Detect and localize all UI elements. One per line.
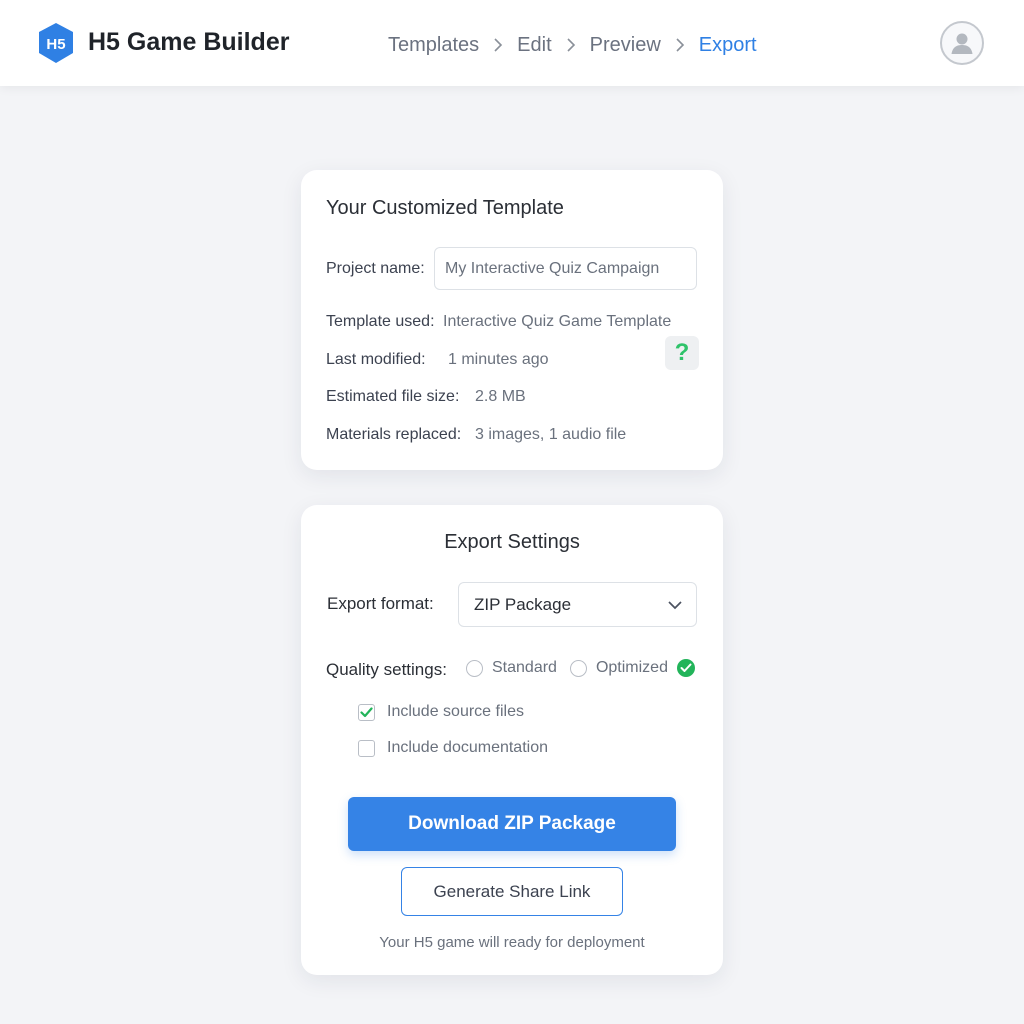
- download-zip-button[interactable]: Download ZIP Package: [348, 797, 676, 851]
- breadcrumb: Templates Edit Preview Export: [388, 31, 757, 59]
- materials-value: 3 images, 1 audio file: [475, 426, 627, 443]
- radio-optimized-label[interactable]: Optimized: [596, 659, 668, 677]
- breadcrumb-export[interactable]: Export: [699, 34, 757, 57]
- check-circle-icon: [676, 659, 695, 677]
- app-name: H5 Game Builder: [88, 28, 290, 56]
- include-documentation-row[interactable]: Include documentation: [358, 739, 548, 757]
- breadcrumb-preview[interactable]: Preview: [590, 34, 661, 57]
- generate-share-link-button[interactable]: Generate Share Link: [401, 867, 623, 916]
- quality-radio-group: Standard Optimized: [466, 659, 695, 677]
- help-icon[interactable]: ?: [665, 336, 699, 370]
- chevron-right-icon: [552, 38, 590, 52]
- summary-title: Your Customized Template: [326, 197, 564, 219]
- top-bar: H5 H5 Game Builder Templates Edit Previe…: [0, 0, 1024, 86]
- include-source-files-row[interactable]: Include source files: [358, 703, 524, 721]
- export-format-select[interactable]: ZIP Package: [458, 582, 697, 627]
- chevron-right-icon: [479, 38, 517, 52]
- template-used-value: Interactive Quiz Game Template: [443, 313, 672, 330]
- radio-optimized[interactable]: [569, 659, 587, 677]
- include-documentation-checkbox[interactable]: [358, 739, 375, 757]
- export-format-value: ZIP Package: [474, 594, 572, 614]
- radio-standard[interactable]: [466, 659, 483, 677]
- chevron-right-icon: [661, 38, 699, 52]
- export-settings-title: Export Settings: [444, 531, 580, 553]
- include-source-files-label[interactable]: Include source files: [387, 703, 524, 721]
- breadcrumb-templates[interactable]: Templates: [388, 34, 479, 57]
- template-summary-card: Your Customized Template Project name: T…: [301, 170, 723, 470]
- template-used-label: Template used:: [326, 313, 435, 330]
- project-name-input[interactable]: [434, 247, 697, 290]
- include-documentation-label[interactable]: Include documentation: [387, 739, 548, 757]
- h5-logo-icon[interactable]: H5: [37, 22, 75, 64]
- file-size-value: 2.8 MB: [475, 388, 526, 405]
- export-settings-card: Export Settings Export format: ZIP Packa…: [301, 505, 723, 975]
- deployment-note: Your H5 game will ready for deployment: [379, 934, 645, 951]
- project-name-label: Project name:: [326, 260, 425, 277]
- breadcrumb-edit[interactable]: Edit: [517, 34, 551, 57]
- quality-settings-label: Quality settings:: [326, 660, 447, 679]
- include-source-files-checkbox[interactable]: [358, 703, 375, 721]
- materials-label: Materials replaced:: [326, 426, 462, 443]
- radio-standard-label[interactable]: Standard: [492, 659, 557, 677]
- last-modified-value: 1 minutes ago: [448, 351, 549, 368]
- last-modified-label: Last modified:: [326, 351, 426, 368]
- file-size-label: Estimated file size:: [326, 388, 460, 405]
- svg-text:H5: H5: [46, 36, 65, 53]
- user-avatar-icon[interactable]: [940, 21, 984, 65]
- chevron-down-icon: [668, 595, 682, 615]
- export-format-label: Export format:: [327, 594, 434, 613]
